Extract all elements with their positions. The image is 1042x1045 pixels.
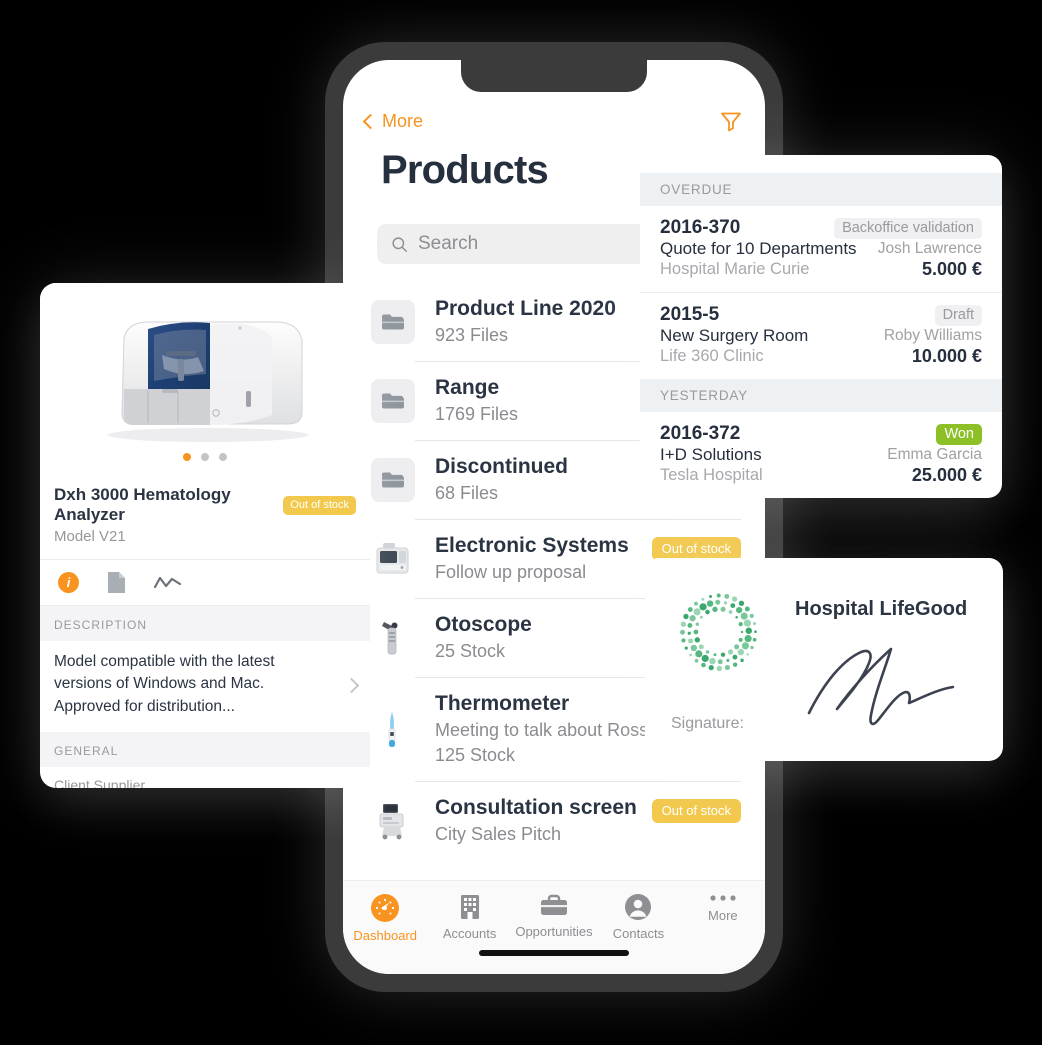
group-header: OVERDUE	[640, 173, 1002, 206]
tab-label: Accounts	[442, 926, 497, 941]
carousel-dots[interactable]	[183, 453, 227, 461]
info-icon[interactable]: i	[58, 572, 79, 593]
list-item-thumbnail	[371, 299, 415, 344]
handwritten-signature	[807, 647, 955, 726]
signature-card: Signature: Hospital LifeGood	[645, 558, 1003, 761]
product-icon-toolbar[interactable]: i	[40, 559, 370, 606]
opportunity-name: I+D Solutions	[660, 445, 762, 464]
opportunity-owner: Roby Williams	[883, 327, 982, 344]
tab-label: More	[708, 908, 738, 923]
carousel-dot[interactable]	[201, 453, 209, 461]
opportunity-amount: 10.000 €	[911, 346, 982, 366]
list-item-subtitle: City Sales Pitch	[435, 824, 562, 844]
opportunity-name: Quote for 10 Departments	[660, 239, 857, 258]
briefcase-icon	[541, 894, 568, 915]
home-indicator	[479, 950, 629, 956]
status-badge: Out of stock	[651, 799, 741, 824]
status-badge: Draft	[934, 304, 982, 326]
opportunity-amount: 25.000 €	[911, 465, 982, 485]
opportunity-account: Life 360 Clinic	[660, 347, 764, 365]
ultrasound-photo	[379, 803, 404, 840]
tab-bar[interactable]: Dashboard Accounts Opportunities Contact…	[343, 880, 765, 974]
folder-icon	[382, 314, 404, 330]
opportunity-amount: 5.000 €	[921, 259, 982, 279]
carousel-dot[interactable]	[183, 453, 191, 461]
product-model: Model V21	[54, 528, 126, 545]
list-item-thumbnail	[371, 378, 415, 423]
speedometer-icon	[371, 894, 400, 922]
product-header: Dxh 3000 Hematology Analyzer Out of stoc…	[40, 473, 370, 559]
list-item-thumbnail	[371, 799, 415, 843]
divider	[415, 519, 741, 520]
activity-chart-icon[interactable]	[154, 575, 181, 591]
screenshot-stage: More Products Search Product Line 2020 9…	[0, 0, 1042, 1045]
tab-label: Contacts	[612, 926, 665, 941]
list-item-thumbnail	[371, 707, 415, 751]
status-badge: Out of stock	[283, 495, 356, 515]
client-supplier-row: Client Supplier Yes	[40, 767, 370, 788]
opportunity-name: New Surgery Room	[660, 326, 809, 345]
search-icon	[392, 236, 408, 252]
product-description-row[interactable]: Model compatible with the latest version…	[40, 641, 370, 732]
signature-label: Signature:	[671, 715, 744, 732]
thermometer-photo	[388, 711, 396, 748]
hematology-analyzer-photo	[108, 321, 308, 442]
opportunity-number: 2016-370	[660, 217, 741, 238]
product-image[interactable]	[40, 283, 370, 473]
status-badge: Won	[936, 423, 982, 445]
opportunities-card: OVERDUE 2016-370 Backoffice validation Q…	[640, 155, 1002, 498]
tab-dashboard[interactable]: Dashboard	[343, 893, 427, 943]
back-button-label: More	[382, 110, 424, 131]
list-item-thumbnail	[371, 457, 415, 502]
funnel-icon[interactable]	[719, 109, 743, 133]
opportunity-number: 2016-372	[660, 423, 741, 444]
tab-accounts[interactable]: Accounts	[427, 893, 511, 941]
client-supplier-label: Client Supplier	[54, 777, 146, 788]
opportunity-number: 2015-5	[660, 304, 720, 325]
folder-icon	[382, 472, 404, 488]
building-icon	[460, 895, 479, 919]
search-placeholder: Search	[418, 233, 479, 254]
person-icon	[625, 894, 652, 920]
tab-opportunities[interactable]: Opportunities	[512, 893, 596, 939]
divider	[415, 781, 741, 783]
product-detail-card: Dxh 3000 Hematology Analyzer Out of stoc…	[40, 283, 370, 788]
opportunity-owner: Emma Garcia	[887, 446, 982, 463]
page-title: Products	[381, 148, 549, 192]
carousel-dot[interactable]	[219, 453, 227, 461]
ellipsis-icon	[710, 895, 736, 901]
tab-label: Opportunities	[515, 924, 593, 939]
product-title: Dxh 3000 Hematology Analyzer	[54, 485, 231, 524]
green-dotted-circle-logo	[680, 593, 757, 672]
tab-label: Dashboard	[353, 928, 417, 943]
opportunity-account: Hospital Marie Curie	[660, 260, 810, 278]
hospital-name: Hospital LifeGood	[795, 598, 968, 620]
opportunity-owner: Josh Lawrence	[877, 240, 982, 257]
list-item-thumbnail	[371, 616, 415, 660]
list-item-thumbnail	[371, 537, 415, 581]
otoscope-photo	[382, 621, 398, 654]
opportunity-row[interactable]: 2015-5 Draft New Surgery Room Roby Willi…	[640, 292, 1002, 379]
opportunities-list[interactable]: OVERDUE 2016-370 Backoffice validation Q…	[640, 155, 1002, 498]
back-button[interactable]: More	[362, 110, 424, 132]
status-badge: Backoffice validation	[834, 217, 982, 239]
folder-icon	[382, 393, 404, 409]
group-header: YESTERDAY	[640, 379, 1002, 412]
monitor-photo	[376, 542, 409, 573]
tab-more[interactable]: More	[681, 893, 765, 923]
opportunity-row[interactable]: 2016-370 Backoffice validation Quote for…	[640, 206, 1002, 292]
opportunity-row[interactable]: 2016-372 Won I+D Solutions Emma Garcia T…	[640, 412, 1002, 498]
chevron-left-icon	[362, 113, 379, 129]
phone-notch	[461, 60, 647, 92]
tab-contacts[interactable]: Contacts	[596, 893, 680, 941]
section-header-description: DESCRIPTION	[40, 606, 370, 641]
section-header-general: GENERAL	[40, 732, 370, 768]
product-description: Model compatible with the latest version…	[54, 653, 275, 715]
document-icon[interactable]	[107, 571, 126, 594]
list-item[interactable]: Consultation screen City Sales Pitch Out…	[343, 781, 765, 860]
navigation-bar: More	[343, 106, 765, 136]
opportunity-account: Tesla Hospital	[660, 466, 763, 484]
